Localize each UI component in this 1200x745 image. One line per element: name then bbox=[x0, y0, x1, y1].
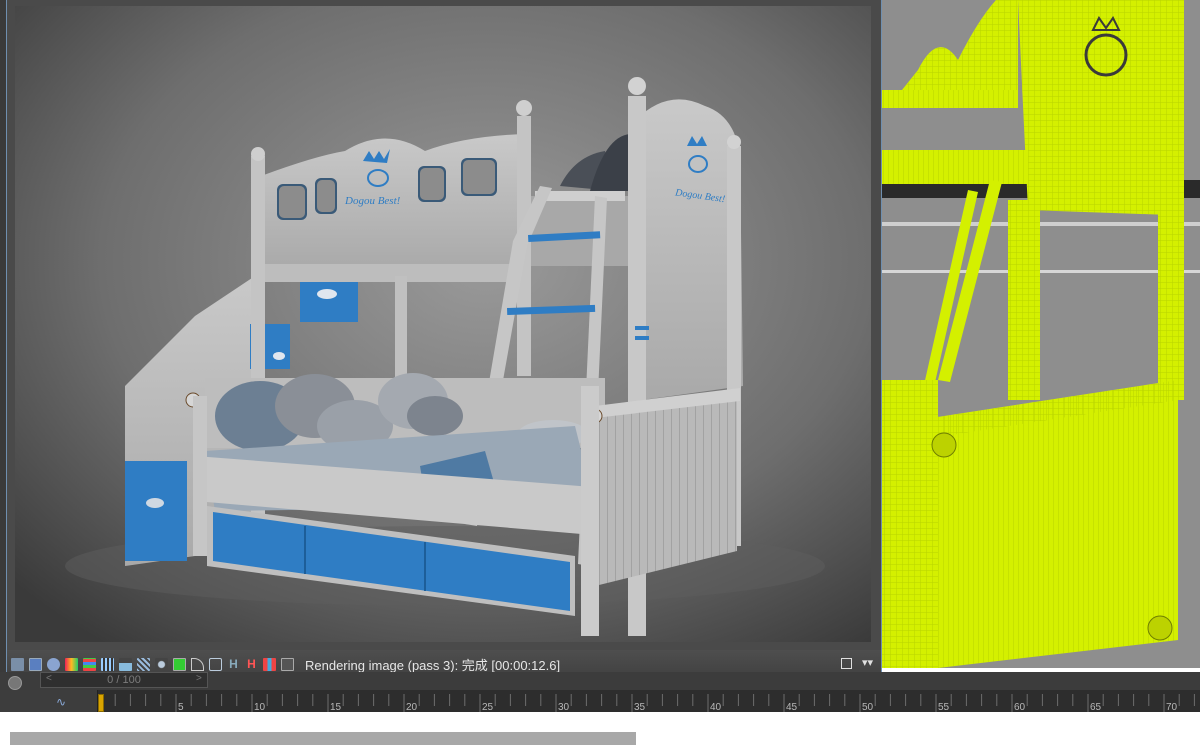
ruler-tick-label: 60 bbox=[1014, 702, 1026, 712]
histogram-icon[interactable] bbox=[119, 657, 132, 671]
ruler-tick-label: 15 bbox=[330, 702, 342, 712]
ruler-tick-label: 25 bbox=[482, 702, 494, 712]
rgb-icon[interactable] bbox=[83, 657, 96, 671]
next-frame-icon[interactable]: > bbox=[196, 673, 202, 684]
ruler-tick-label: 50 bbox=[862, 702, 874, 712]
ruler-tick-label: 55 bbox=[938, 702, 950, 712]
ruler-ticks: 5 10 15 20 25 30 35 40 45 50 55 60 65 70 bbox=[99, 694, 1195, 712]
render-status-text: Rendering image (pass 3): 完成 [00:00:12.6… bbox=[305, 657, 561, 673]
render-frame-window[interactable]: Dogou Best! Dogou Best! H H Rendering im… bbox=[6, 0, 882, 682]
screen: Dogou Best! Dogou Best! H H Rendering im… bbox=[0, 0, 1200, 745]
bars-icon[interactable] bbox=[263, 657, 276, 671]
ruler-tick-label: 10 bbox=[254, 702, 266, 712]
grid-icon[interactable] bbox=[101, 657, 114, 671]
status-right-controls: ▾▾ bbox=[840, 656, 873, 670]
sparkle-icon[interactable] bbox=[155, 657, 168, 671]
ruler-tick-label: 35 bbox=[634, 702, 646, 712]
timeline[interactable]: ∿ 5 10 15 20 25 30 35 40 45 50 55 60 65 70 bbox=[0, 690, 1200, 712]
frame-icon[interactable] bbox=[281, 657, 294, 671]
render-channel-icon[interactable] bbox=[29, 657, 42, 671]
info-icon[interactable] bbox=[47, 657, 60, 671]
h-icon[interactable]: H bbox=[227, 657, 240, 671]
bottom-bar bbox=[10, 732, 636, 745]
curve-editor-icon[interactable]: ∿ bbox=[56, 695, 66, 709]
wireframe-viewport[interactable] bbox=[878, 0, 1200, 668]
timeline-left-panel: ∿ bbox=[0, 690, 98, 712]
ruler-tick-label: 45 bbox=[786, 702, 798, 712]
bunk-bed-render: Dogou Best! Dogou Best! bbox=[15, 6, 871, 642]
restore-icon[interactable] bbox=[840, 658, 852, 669]
frame-counter[interactable]: 0 / 100 bbox=[40, 672, 208, 688]
timeline-ruler[interactable]: 5 10 15 20 25 30 35 40 45 50 55 60 65 70 bbox=[98, 690, 1200, 712]
rendered-image: Dogou Best! Dogou Best! bbox=[15, 6, 871, 642]
color-swatch-icon[interactable] bbox=[65, 657, 78, 671]
green-square-icon[interactable] bbox=[173, 657, 186, 671]
prev-frame-icon[interactable]: < bbox=[46, 673, 52, 684]
ruler-tick-label: 40 bbox=[710, 702, 722, 712]
headboard-brand-text: Dogou Best! bbox=[344, 195, 401, 207]
ruler-tick-label: 20 bbox=[406, 702, 418, 712]
hatch-icon[interactable] bbox=[137, 657, 150, 671]
display-icon[interactable] bbox=[11, 657, 24, 671]
ruler-tick-label: 65 bbox=[1090, 702, 1102, 712]
bracket-icon[interactable]: H bbox=[245, 657, 258, 671]
curve-icon[interactable] bbox=[191, 657, 204, 671]
ruler-tick-label: 30 bbox=[558, 702, 570, 712]
time-slider-handle[interactable] bbox=[98, 694, 104, 712]
chevron-down-icon[interactable]: ▾▾ bbox=[862, 656, 873, 670]
max-logo-icon[interactable] bbox=[8, 676, 22, 690]
wireframe-bunk-bed bbox=[878, 0, 1200, 668]
ruler-tick-label: 5 bbox=[178, 702, 184, 712]
ruler-tick-label: 70 bbox=[1166, 702, 1178, 712]
lens-icon[interactable] bbox=[209, 657, 222, 671]
